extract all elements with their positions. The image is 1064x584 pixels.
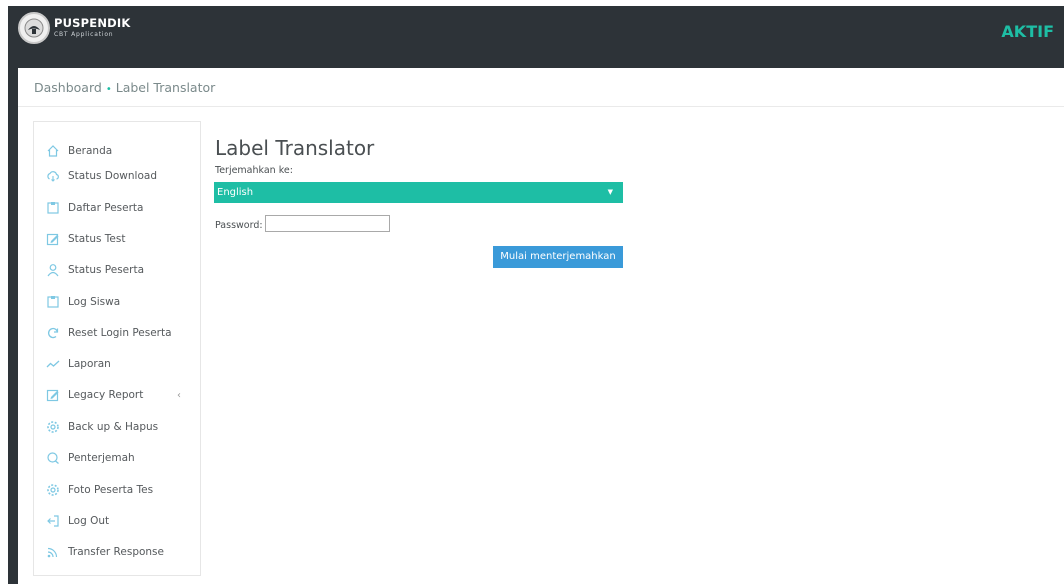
- edit-icon: [46, 232, 60, 246]
- chart-line-icon: [46, 357, 60, 371]
- sidebar-item-label: Daftar Peserta: [68, 202, 144, 214]
- document-icon: [46, 295, 60, 309]
- brand-subtitle: CBT Application: [54, 31, 114, 38]
- refresh-icon: [46, 326, 60, 340]
- password-field[interactable]: [265, 215, 390, 232]
- sidebar-item-label: Reset Login Peserta: [68, 327, 172, 339]
- sidebar-item-foto-peserta-tes[interactable]: Foto Peserta Tes: [46, 480, 153, 500]
- sidebar-item-beranda[interactable]: Beranda: [46, 141, 112, 161]
- translate-label: Terjemahkan ke:: [215, 165, 293, 176]
- gear-icon: [46, 483, 60, 497]
- sidebar-item-log-out[interactable]: Log Out: [46, 511, 109, 531]
- sidebar-item-label: Foto Peserta Tes: [68, 484, 154, 496]
- sidebar-item-label: Status Peserta: [68, 264, 145, 276]
- sidebar-item-status-download[interactable]: Status Download: [46, 166, 157, 186]
- sidebar-item-label: Laporan: [68, 358, 111, 370]
- logout-icon: [46, 514, 60, 528]
- left-rail: [8, 68, 18, 584]
- sidebar-item-laporan[interactable]: Laporan: [46, 354, 111, 374]
- chevron-left-icon: ‹: [177, 389, 181, 401]
- brand-name: PUSPENDIK: [54, 16, 131, 30]
- divider: [18, 106, 1064, 107]
- sidebar-item-status-peserta[interactable]: Status Peserta: [46, 260, 144, 280]
- top-bar: PUSPENDIK CBT Application AKTIF: [8, 6, 1064, 68]
- sidebar-item-label: Log Out: [68, 515, 110, 527]
- sidebar-item-status-test[interactable]: Status Test: [46, 229, 125, 249]
- sidebar-item-label: Log Siswa: [68, 296, 121, 308]
- rss-icon: [46, 545, 60, 559]
- cloud-download-icon: [46, 169, 60, 183]
- sidebar-item-label: Penterjemah: [68, 452, 135, 464]
- breadcrumb-dashboard-link[interactable]: Dashboard: [34, 80, 102, 95]
- sidebar-item-label: Transfer Response: [68, 546, 164, 558]
- sidebar-item-penterjemah[interactable]: Penterjemah: [46, 448, 135, 468]
- sidebar-item-label: Status Test: [68, 233, 126, 245]
- language-select-value: English: [217, 187, 254, 198]
- gear-icon: [46, 420, 60, 434]
- sidebar-item-back-up-hapus[interactable]: Back up & Hapus: [46, 417, 158, 437]
- breadcrumb-current: Label Translator: [115, 80, 216, 95]
- sidebar: Beranda Status Download Daftar Peserta S…: [33, 121, 201, 576]
- caret-down-icon: ▼: [607, 188, 613, 196]
- sidebar-item-reset-login-peserta[interactable]: Reset Login Peserta: [46, 323, 172, 343]
- breadcrumb-separator: •: [105, 84, 112, 95]
- page-title: Label Translator: [215, 136, 375, 160]
- start-translate-button[interactable]: Mulai menterjemahkan: [493, 246, 623, 268]
- language-select[interactable]: English ▼: [214, 182, 623, 203]
- sidebar-item-label: Status Download: [68, 170, 157, 182]
- puspendik-logo-icon: [18, 12, 50, 44]
- home-icon: [46, 144, 60, 158]
- password-label: Password:: [215, 220, 263, 231]
- breadcrumb: Dashboard • Label Translator: [34, 80, 215, 95]
- sidebar-item-label: Beranda: [68, 145, 113, 157]
- window-edge: [0, 0, 8, 584]
- sidebar-item-daftar-peserta[interactable]: Daftar Peserta: [46, 198, 143, 218]
- edit-icon: [46, 388, 60, 402]
- sidebar-item-log-siswa[interactable]: Log Siswa: [46, 292, 120, 312]
- app-window: PUSPENDIK CBT Application AKTIF Dashboar…: [0, 0, 1064, 584]
- sidebar-item-label: Legacy Report: [68, 389, 144, 401]
- status-badge: AKTIF: [1001, 22, 1054, 41]
- sidebar-item-legacy-report[interactable]: Legacy Report ‹: [46, 385, 191, 405]
- chat-icon: [46, 451, 60, 465]
- user-icon: [46, 263, 60, 277]
- document-icon: [46, 201, 60, 215]
- sidebar-item-label: Back up & Hapus: [68, 421, 159, 433]
- sidebar-item-transfer-response[interactable]: Transfer Response: [46, 542, 164, 562]
